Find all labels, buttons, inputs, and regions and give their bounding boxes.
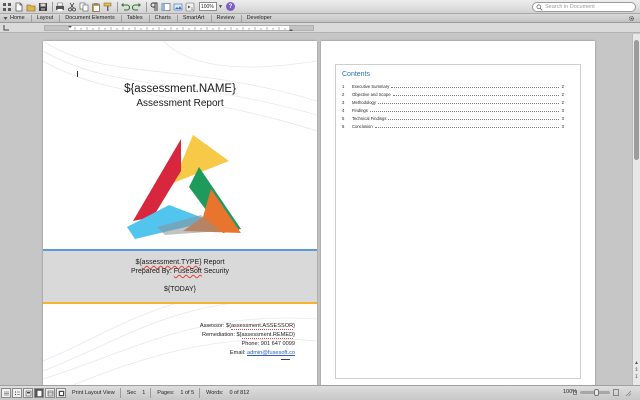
toc-entry[interactable]: 2 Objective and Scope 2 bbox=[342, 90, 564, 97]
copy-icon[interactable] bbox=[79, 2, 89, 12]
cover-title: ${assessment.NAME} bbox=[124, 83, 236, 95]
publishing-view-button[interactable] bbox=[23, 388, 33, 398]
focus-view-button[interactable] bbox=[56, 388, 66, 398]
open-icon[interactable] bbox=[26, 2, 36, 12]
tab-charts[interactable]: Charts bbox=[148, 14, 177, 23]
document-canvas[interactable]: ${assessment.NAME} Assessment Report ${a… bbox=[0, 34, 632, 385]
standard-toolbar: 100% ▼ ? bbox=[0, 0, 640, 14]
status-divider bbox=[199, 388, 201, 398]
tab-tables[interactable]: Tables bbox=[120, 14, 149, 23]
help-icon[interactable]: ? bbox=[225, 2, 235, 11]
text-cursor bbox=[77, 71, 78, 77]
paragraph-icon[interactable] bbox=[149, 2, 159, 12]
toolbar-divider bbox=[117, 1, 118, 12]
print-icon[interactable] bbox=[55, 2, 65, 12]
draft-view-icon bbox=[3, 391, 9, 395]
section-label: Sec bbox=[126, 390, 137, 396]
zoom-slider-handle[interactable] bbox=[594, 389, 599, 396]
page-cover[interactable]: ${assessment.NAME} Assessment Report ${a… bbox=[43, 41, 317, 385]
view-name: Print Layout View bbox=[72, 390, 115, 396]
outline-view-button[interactable] bbox=[12, 388, 22, 398]
tab-document-elements[interactable]: Document Elements bbox=[59, 14, 121, 23]
page-contents[interactable]: Contents 1 Executive Summary 2 2 Objective … bbox=[321, 41, 595, 385]
scroll-up-icon[interactable]: ▲ bbox=[633, 360, 640, 366]
zoom-in-icon[interactable] bbox=[613, 389, 620, 396]
email-link[interactable]: admin@fusesoft.co bbox=[247, 350, 295, 356]
paragraph-marker bbox=[281, 359, 290, 360]
toolbar-divider bbox=[52, 1, 53, 12]
zoom-select[interactable]: 100% bbox=[199, 2, 217, 11]
next-page-icon[interactable]: ↧ bbox=[633, 374, 640, 380]
notebook-view-icon bbox=[47, 390, 53, 396]
apps-icon[interactable] bbox=[2, 2, 12, 12]
zoom-dropdown-chevron-icon[interactable]: ▼ bbox=[218, 4, 223, 10]
cover-info-band: ${assessment.TYPE} Report Prepared By: F… bbox=[43, 249, 317, 304]
ribbon-tab-bar: Home Layout Document Elements Tables Cha… bbox=[0, 14, 640, 23]
remediation-line: Remediation: ${assessment.REMED} bbox=[202, 332, 295, 339]
tab-smartart[interactable]: SmartArt bbox=[176, 14, 211, 23]
toc-heading: Contents bbox=[342, 71, 371, 78]
email-line: Email: admin@fusesoft.co bbox=[229, 350, 295, 356]
new-doc-icon[interactable] bbox=[14, 2, 24, 12]
publishing-view-icon bbox=[25, 390, 31, 396]
pages-label: Pages: bbox=[157, 390, 175, 396]
status-divider bbox=[150, 388, 152, 398]
search-icon bbox=[536, 4, 543, 11]
report-date: ${TODAY} bbox=[163, 286, 197, 293]
undo-icon[interactable] bbox=[120, 2, 130, 12]
pages-value: 1 of 5 bbox=[180, 390, 195, 396]
sidebar-icon[interactable] bbox=[161, 2, 171, 12]
status-divider bbox=[119, 388, 121, 398]
resize-grip-icon[interactable] bbox=[624, 389, 632, 397]
gallery-icon[interactable] bbox=[173, 2, 183, 12]
media-icon[interactable] bbox=[185, 2, 195, 12]
search-box[interactable] bbox=[532, 2, 636, 12]
print-layout-view-button[interactable] bbox=[34, 388, 44, 398]
status-bar: Print Layout View Sec 1 Pages: 1 of 5 Wo… bbox=[0, 385, 640, 400]
prepared-by-line: Prepared By: FuseSoft Security bbox=[130, 268, 230, 275]
tab-stop-selector-icon[interactable] bbox=[2, 24, 10, 32]
save-icon[interactable] bbox=[38, 2, 48, 12]
horizontal-ruler[interactable] bbox=[44, 25, 314, 31]
notebook-view-button[interactable] bbox=[45, 388, 55, 398]
search-input[interactable] bbox=[545, 3, 635, 11]
zoom-out-icon[interactable] bbox=[573, 389, 580, 396]
tab-layout[interactable]: Layout bbox=[30, 14, 60, 23]
focus-view-icon bbox=[58, 390, 64, 396]
print-layout-view-icon bbox=[37, 390, 41, 396]
format-painter-icon[interactable] bbox=[103, 2, 113, 12]
toc-entry[interactable]: 4 Findings 3 bbox=[342, 106, 564, 113]
previous-page-icon[interactable]: ↥ bbox=[633, 367, 640, 373]
tab-developer[interactable]: Developer bbox=[240, 14, 278, 23]
toc-entry[interactable]: 6 Conclusion 3 bbox=[342, 122, 564, 129]
cut-icon[interactable] bbox=[67, 2, 77, 12]
words-value: 0 of 812 bbox=[229, 390, 250, 396]
redo-icon[interactable] bbox=[132, 2, 142, 12]
ribbon-options-gear-icon[interactable] bbox=[628, 15, 635, 22]
paste-icon[interactable] bbox=[91, 2, 101, 12]
horizontal-ruler-bar bbox=[0, 23, 640, 33]
ruler-ticks bbox=[68, 26, 293, 31]
assessment-type-line: ${assessment.TYPE} Report bbox=[135, 259, 225, 266]
vertical-scrollbar[interactable]: ▲ ↥ ↧ bbox=[632, 34, 640, 385]
toc-entry[interactable]: 3 Methodology 2 bbox=[342, 98, 564, 105]
tab-home[interactable]: Home bbox=[0, 14, 31, 23]
assessor-line: Assessor: ${assessment.ASSESSOR} bbox=[199, 323, 295, 330]
tab-review[interactable]: Review bbox=[210, 14, 241, 23]
phone-line: Phone: 901 647 0099 bbox=[241, 341, 295, 347]
scrollbar-thumb[interactable] bbox=[634, 40, 639, 160]
words-label: Words: bbox=[206, 390, 224, 396]
toc-entry[interactable]: 1 Executive Summary 2 bbox=[342, 82, 564, 89]
outline-view-icon bbox=[14, 390, 20, 395]
triangle-logo bbox=[127, 135, 241, 239]
toc-entry[interactable]: 5 Technical Findings 3 bbox=[342, 114, 564, 121]
toolbar-divider bbox=[146, 1, 147, 12]
section-value: 1 bbox=[142, 390, 146, 396]
cover-subtitle: Assessment Report bbox=[136, 98, 224, 109]
draft-view-button[interactable] bbox=[1, 388, 11, 398]
